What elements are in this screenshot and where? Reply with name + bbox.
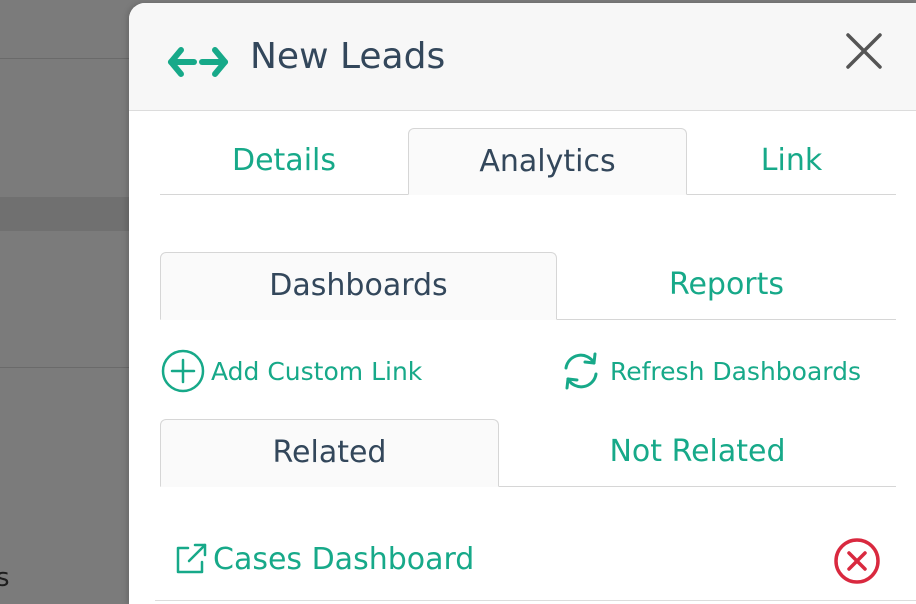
panel-header: New Leads	[129, 3, 916, 111]
left-right-arrows-icon	[168, 47, 228, 77]
dashboard-list-item: Cases Dashboard	[155, 524, 916, 601]
plus-circle-icon	[161, 349, 205, 393]
dashboard-name: Cases Dashboard	[213, 541, 475, 577]
refresh-icon	[564, 352, 598, 390]
tab-not-related[interactable]: Not Related	[499, 419, 896, 487]
tab-reports[interactable]: Reports	[557, 252, 896, 320]
relation-tabbar: Related Not Related	[160, 419, 896, 487]
tab-details[interactable]: Details	[160, 128, 408, 195]
add-custom-link-label: Add Custom Link	[211, 356, 423, 386]
background-page: s	[0, 0, 130, 604]
tab-dashboards[interactable]: Dashboards	[160, 252, 557, 320]
main-tabbar: Details Analytics Link	[160, 128, 896, 195]
background-text: s	[0, 563, 10, 593]
side-panel: New Leads Details Analytics Link Dashboa…	[129, 3, 916, 604]
refresh-dashboards-label: Refresh Dashboards	[610, 356, 862, 386]
analytics-tabbar: Dashboards Reports	[160, 252, 896, 320]
tab-related[interactable]: Related	[160, 419, 499, 487]
refresh-dashboards-button[interactable]: Refresh Dashboards	[559, 348, 861, 394]
cases-dashboard-link[interactable]: Cases Dashboard	[173, 541, 474, 577]
tab-link[interactable]: Link	[687, 128, 896, 195]
external-link-icon	[176, 543, 207, 574]
add-custom-link-button[interactable]: Add Custom Link	[160, 348, 422, 394]
remove-circle-icon[interactable]	[832, 536, 882, 586]
tab-analytics[interactable]: Analytics	[408, 128, 687, 195]
background-divider	[0, 367, 130, 368]
background-divider	[0, 58, 130, 59]
background-row	[0, 197, 130, 231]
panel-title: New Leads	[250, 36, 446, 77]
close-icon[interactable]	[841, 28, 887, 74]
